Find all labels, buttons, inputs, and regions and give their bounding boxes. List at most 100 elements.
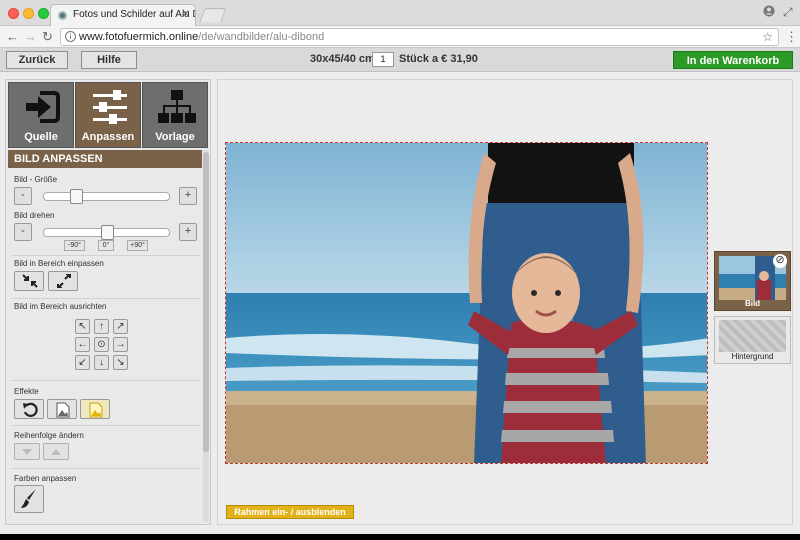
fit-expand-button[interactable]	[48, 271, 78, 291]
enter-icon	[26, 91, 60, 123]
remove-layer-icon[interactable]: ⊘	[773, 254, 787, 268]
tab-quelle[interactable]: Quelle	[8, 82, 74, 148]
rotate-decrease-button[interactable]: -	[14, 223, 32, 241]
url-input[interactable]: i www.fotofuermich.online/de/wandbilder/…	[60, 28, 779, 46]
tab-quelle-label: Quelle	[24, 131, 58, 143]
rotate-increase-button[interactable]: +	[179, 223, 197, 241]
mode-tabs: Quelle Anpassen Vorlage	[8, 82, 210, 148]
divider	[12, 468, 200, 469]
window-minimize-button[interactable]	[23, 8, 34, 19]
layer-hintergrund[interactable]: Hintergrund	[714, 316, 791, 364]
beach-photo	[226, 143, 707, 463]
layer-hintergrund-thumbnail	[719, 320, 786, 352]
align-right-button[interactable]: →	[113, 337, 128, 352]
favicon-icon	[58, 11, 67, 20]
rotate-slider-label: Bild drehen	[14, 211, 55, 220]
order-up-button[interactable]	[43, 443, 69, 460]
align-bottom-right-button[interactable]: ↘	[113, 355, 128, 370]
grayscale-image-icon	[56, 402, 70, 418]
layer-bild[interactable]: ⊘ Bild	[714, 251, 791, 311]
back-arrow-icon[interactable]: ←	[6, 29, 19, 45]
fit-label: Bild in Bereich einpassen	[14, 259, 104, 268]
app-area: Zurück Hilfe 30x45/40 cm 1 Stück a € 31,…	[0, 48, 800, 534]
browser-tab-bar: Fotos und Schilder auf Alu Di ✕ ⤢	[0, 0, 800, 26]
window-bottom-edge	[0, 534, 800, 540]
align-label: Bild im Bereich ausrichten	[14, 302, 107, 311]
tab-anpassen-label: Anpassen	[81, 131, 135, 143]
rotate-plus-90-tick[interactable]: +90°	[127, 240, 148, 251]
reload-icon[interactable]: ↻	[42, 29, 53, 45]
layer-hintergrund-label: Hintergrund	[731, 352, 774, 361]
panel-scrollbar-thumb[interactable]	[203, 152, 209, 452]
fit-shrink-button[interactable]	[14, 271, 44, 291]
url-host: www.fotofuermich.online	[79, 31, 199, 43]
tab-anpassen[interactable]: Anpassen	[75, 82, 141, 148]
effect-sepia-button[interactable]	[80, 399, 110, 419]
browser-tab[interactable]: Fotos und Schilder auf Alu Di ✕	[50, 4, 196, 26]
window-close-button[interactable]	[8, 8, 19, 19]
size-decrease-button[interactable]: -	[14, 187, 32, 205]
frame-toggle-button[interactable]: Rahmen ein- / ausblenden	[226, 505, 354, 519]
triangle-up-icon	[51, 449, 61, 455]
tab-vorlage[interactable]: Vorlage	[142, 82, 208, 148]
back-button[interactable]: Zurück	[6, 51, 68, 69]
effect-grayscale-button[interactable]	[47, 399, 77, 419]
order-label: Reihenfolge ändern	[14, 431, 84, 440]
sliders-icon	[93, 90, 127, 124]
align-left-button[interactable]: ←	[75, 337, 90, 352]
align-bottom-button[interactable]: ↓	[94, 355, 109, 370]
undo-icon	[23, 402, 38, 417]
size-label: 30x45/40 cm	[310, 53, 375, 65]
effects-label: Effekte	[14, 387, 39, 396]
divider	[12, 425, 200, 426]
reset-effects-button[interactable]	[14, 399, 44, 419]
forward-arrow-icon[interactable]: →	[24, 29, 37, 45]
align-bottom-left-button[interactable]: ↙	[75, 355, 90, 370]
paintbrush-icon	[21, 489, 36, 508]
fullscreen-icon[interactable]: ⤢	[783, 5, 793, 20]
divider	[12, 255, 200, 256]
rotate-slider-thumb[interactable]	[101, 225, 114, 240]
divider	[12, 380, 200, 381]
edit-panel: Quelle Anpassen Vorlage BILD ANPASSEN Bi…	[5, 79, 211, 525]
browser-address-bar: ← → ↻ i www.fotofuermich.online/de/wandb…	[0, 26, 800, 48]
profile-icon[interactable]	[763, 5, 775, 20]
colors-label: Farben anpassen	[14, 474, 77, 483]
layer-bild-label: Bild	[744, 299, 761, 308]
align-center-button[interactable]: ⊙	[94, 337, 109, 352]
window-maximize-button[interactable]	[38, 8, 49, 19]
expand-arrows-icon	[57, 274, 71, 288]
size-slider[interactable]	[43, 192, 170, 201]
adjust-colors-button[interactable]	[14, 485, 44, 513]
align-top-right-button[interactable]: ↗	[113, 319, 128, 334]
browser-menu-icon[interactable]: ⋮	[785, 29, 798, 45]
tab-title: Fotos und Schilder auf Alu Di	[73, 9, 196, 20]
rotate-zero-tick[interactable]: 0°	[98, 240, 114, 251]
design-canvas: Rahmen ein- / ausblenden ⊘ Bild Hintergr…	[217, 79, 793, 525]
rotate-minus-90-tick[interactable]: -90°	[64, 240, 85, 251]
new-tab-button[interactable]	[199, 8, 227, 22]
hierarchy-icon	[158, 90, 196, 123]
size-slider-label: Bild - Größe	[14, 175, 58, 184]
tab-close-icon[interactable]: ✕	[182, 5, 190, 25]
sepia-image-icon	[89, 402, 103, 418]
bookmark-star-icon[interactable]: ☆	[762, 29, 773, 45]
size-slider-thumb[interactable]	[70, 189, 84, 204]
size-increase-button[interactable]: +	[179, 187, 197, 205]
align-top-button[interactable]: ↑	[94, 319, 109, 334]
app-toolbar: Zurück Hilfe 30x45/40 cm 1 Stück a € 31,…	[0, 48, 800, 72]
order-down-button[interactable]	[14, 443, 40, 460]
help-button[interactable]: Hilfe	[81, 51, 137, 69]
divider	[12, 298, 200, 299]
shrink-arrows-icon	[22, 274, 38, 288]
url-path: /de/wandbilder/alu-dibond	[198, 31, 325, 43]
quantity-input[interactable]: 1	[372, 52, 394, 67]
add-to-cart-button[interactable]: In den Warenkorb	[673, 51, 793, 69]
site-info-icon[interactable]: i	[65, 31, 76, 42]
price-label: Stück a € 31,90	[399, 53, 478, 65]
panel-title: BILD ANPASSEN	[8, 150, 202, 168]
photo-layer[interactable]	[225, 142, 708, 464]
triangle-down-icon	[22, 449, 32, 455]
tab-vorlage-label: Vorlage	[155, 131, 195, 143]
align-top-left-button[interactable]: ↖	[75, 319, 90, 334]
